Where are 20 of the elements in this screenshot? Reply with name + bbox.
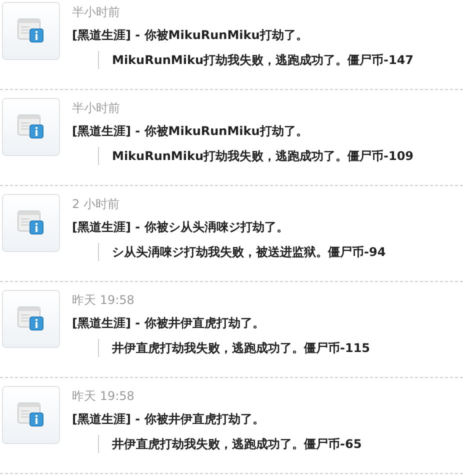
timestamp: 2 小时前 (72, 196, 120, 212)
notice-detail: 井伊直虎打劫我失败，逃跑成功了。僵尸币-115 (112, 340, 370, 356)
notice-title: [黑道生涯] - 你被シ从头洅唻ジ打劫了。 (72, 219, 290, 235)
info-window-icon (17, 306, 45, 332)
timestamp: 昨天 19:58 (72, 292, 136, 308)
notice-detail: シ从头洅唻ジ打劫我失败，被送进监狱。僵尸币-94 (112, 244, 386, 260)
info-window-icon (17, 210, 45, 236)
notice-detail: MikuRunMiku打劫我失败，逃跑成功了。僵尸币-147 (112, 52, 414, 68)
notice-detail: 井伊直虎打劫我失败，逃跑成功了。僵尸币-65 (112, 436, 362, 452)
info-window-icon (17, 18, 45, 44)
timestamp: 半小时前 (72, 100, 121, 116)
notice-detail: MikuRunMiku打劫我失败，逃跑成功了。僵尸币-109 (112, 148, 414, 164)
notice-title: [黑道生涯] - 你被MikuRunMiku打劫了。 (72, 27, 309, 43)
notice-title: [黑道生涯] - 你被井伊直虎打劫了。 (72, 411, 266, 427)
notice-title: [黑道生涯] - 你被MikuRunMiku打劫了。 (72, 123, 309, 139)
info-window-icon (17, 114, 45, 140)
timestamp: 昨天 19:58 (72, 388, 136, 404)
notice-title: [黑道生涯] - 你被井伊直虎打劫了。 (72, 315, 266, 331)
info-window-icon (17, 402, 45, 428)
timestamp: 半小时前 (72, 4, 121, 20)
